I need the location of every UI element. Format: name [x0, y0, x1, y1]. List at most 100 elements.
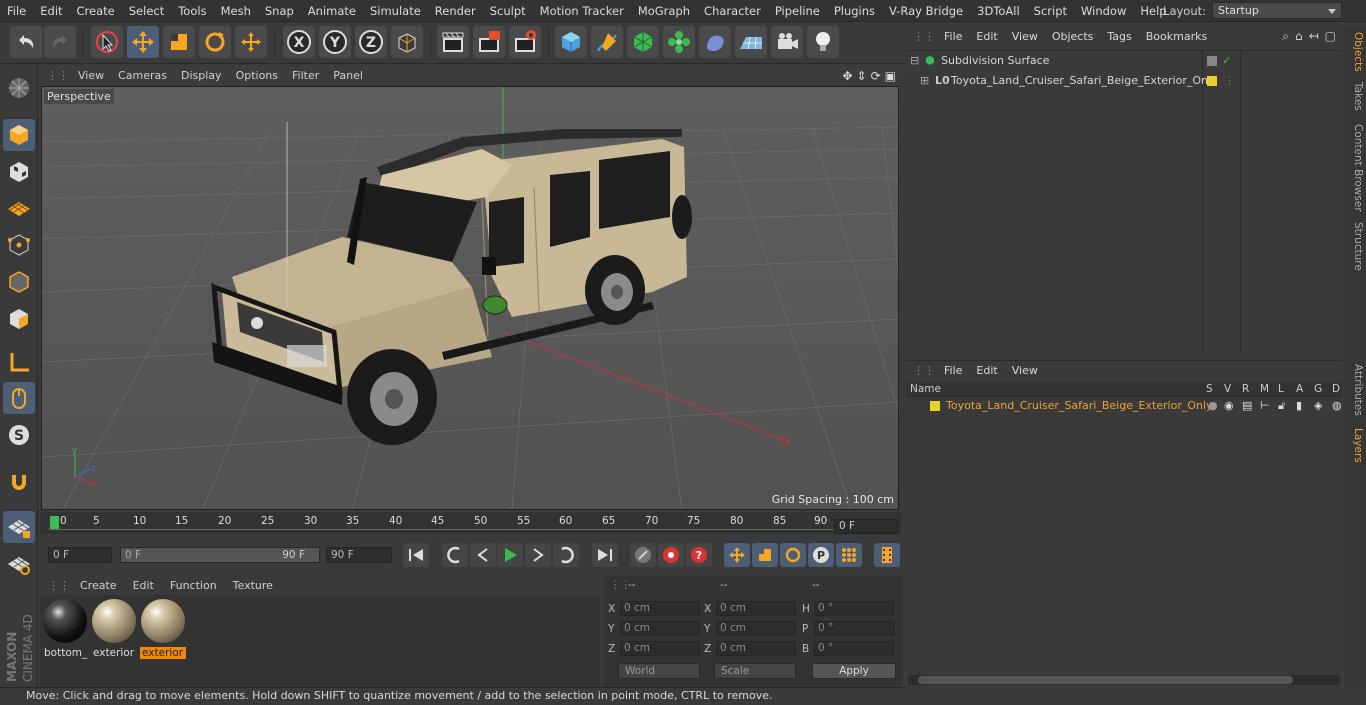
manager-icon[interactable]: ⊢ [1260, 397, 1270, 415]
menu-motion-tracker[interactable]: Motion Tracker [533, 4, 631, 18]
menu-create[interactable]: Create [70, 4, 122, 18]
add-deformer-button[interactable] [699, 26, 731, 58]
current-frame-field[interactable]: 0 F [834, 519, 898, 534]
record-keys-button[interactable] [630, 543, 656, 567]
move-tool-button[interactable] [127, 26, 159, 58]
menu-tools[interactable]: Tools [171, 4, 213, 18]
layer-col-generators[interactable]: G [1314, 383, 1322, 395]
layer-col-name[interactable]: Name [910, 383, 941, 395]
layer-col-solo[interactable]: S [1206, 383, 1213, 395]
end-frame-field[interactable]: 90 F [326, 547, 392, 563]
viewport-pan-icon[interactable]: ✥ [842, 69, 852, 83]
layer-row[interactable]: Toyota_Land_Cruiser_Safari_Beige_Exterio… [906, 397, 1342, 415]
material-exterior-1[interactable]: exterior [91, 599, 137, 659]
position-z-field[interactable]: 0 cm [620, 641, 700, 656]
visibility-icon[interactable] [1207, 56, 1217, 66]
back-icon[interactable]: ↤ [1309, 29, 1319, 44]
layer-color-swatch[interactable] [930, 401, 940, 411]
home-icon[interactable]: ⌂ [1295, 29, 1303, 44]
rotation-b-field[interactable]: 0 ° [814, 641, 894, 656]
add-camera-button[interactable] [771, 26, 803, 58]
magnet-button[interactable] [3, 466, 35, 498]
deformer-icon[interactable]: ◍ [1332, 397, 1342, 415]
workplane-mode-button[interactable] [3, 192, 35, 224]
viewport-rotate-icon[interactable]: ⟳ [871, 69, 881, 83]
viewport-menu-panel[interactable]: Panel [326, 69, 370, 82]
render-icon[interactable]: ▤ [1242, 397, 1252, 415]
rotate-tool-button[interactable] [199, 26, 231, 58]
generator-icon[interactable]: ◈ [1314, 397, 1322, 415]
apply-button[interactable]: Apply [812, 663, 896, 679]
material-menu-create[interactable]: Create [72, 579, 125, 592]
start-frame-field[interactable]: 0 F [48, 547, 112, 563]
next-frame-button[interactable] [525, 543, 551, 567]
workplane-lock-button[interactable] [3, 511, 35, 543]
texture-mode-button[interactable] [3, 156, 35, 188]
tweak-mode-button[interactable] [3, 382, 35, 414]
menu-mograph[interactable]: MoGraph [631, 4, 697, 18]
playhead[interactable] [50, 516, 59, 530]
menu-select[interactable]: Select [122, 4, 171, 18]
menu-animate[interactable]: Animate [301, 4, 363, 18]
size-x-field[interactable]: 0 cm [716, 601, 796, 616]
material-menu-texture[interactable]: Texture [225, 579, 281, 592]
eye-icon[interactable]: ◉ [1224, 397, 1234, 415]
render-region-button[interactable] [473, 26, 505, 58]
object-name[interactable]: Subdivision Surface [941, 52, 1049, 70]
layer-col-locked[interactable]: L [1278, 383, 1284, 395]
key-parameter-button[interactable]: P [808, 543, 834, 567]
size-z-field[interactable]: 0 cm [716, 641, 796, 656]
viewport-maximize-icon[interactable]: ▣ [885, 69, 896, 83]
z-axis-lock-button[interactable]: Z [355, 26, 387, 58]
add-light-button[interactable] [807, 26, 839, 58]
animation-icon[interactable]: ▮ [1296, 397, 1302, 415]
key-scale-button[interactable] [752, 543, 778, 567]
model-mode-button[interactable] [3, 119, 35, 151]
play-button[interactable] [497, 543, 523, 567]
tab-layers[interactable]: Layers [1346, 428, 1364, 463]
snapping-button[interactable]: S [3, 419, 35, 451]
object-row-toyota[interactable]: ⊞ L0 Toyota_Land_Cruiser_Safari_Beige_Ex… [906, 72, 1342, 90]
menu-sculpt[interactable]: Sculpt [483, 4, 533, 18]
object-menu-file[interactable]: File [937, 30, 969, 43]
add-spline-button[interactable] [591, 26, 623, 58]
viewport-menu-display[interactable]: Display [174, 69, 229, 82]
object-menu-tags[interactable]: Tags [1100, 30, 1138, 43]
live-selection-button[interactable] [91, 26, 123, 58]
previous-frame-button[interactable] [470, 543, 496, 567]
rotation-p-field[interactable]: 0 ° [814, 621, 894, 636]
position-y-field[interactable]: 0 cm [620, 621, 700, 636]
layer-menu-file[interactable]: File [937, 364, 969, 377]
solo-icon[interactable]: ● [1208, 397, 1218, 415]
layer-col-manager[interactable]: M [1260, 383, 1269, 395]
perspective-viewport[interactable]: y z x Perspective Grid Spacing : 100 cm [41, 86, 899, 510]
add-mograph-button[interactable] [663, 26, 695, 58]
viewport-menu-options[interactable]: Options [229, 69, 285, 82]
coordinate-space-dropdown[interactable]: World [618, 663, 700, 679]
menu-simulate[interactable]: Simulate [363, 4, 428, 18]
material-exterior-2[interactable]: exterior [140, 599, 186, 659]
enabled-check-icon[interactable]: ✓ [1222, 52, 1231, 70]
y-axis-lock-button[interactable]: Y [319, 26, 351, 58]
object-name[interactable]: Toyota_Land_Cruiser_Safari_Beige_Exterio… [951, 72, 1218, 90]
timeline-window-button[interactable] [874, 543, 900, 567]
timeline-ruler[interactable]: 0 5 10 15 20 25 30 35 40 45 50 55 60 65 … [40, 512, 902, 534]
planar-workplane-button[interactable] [3, 548, 35, 580]
material-menu-edit[interactable]: Edit [125, 579, 162, 592]
object-menu-objects[interactable]: Objects [1045, 30, 1101, 43]
tab-content-browser[interactable]: Content Browser [1346, 124, 1364, 212]
make-editable-button[interactable] [3, 72, 35, 104]
key-pla-button[interactable] [836, 543, 862, 567]
menu-3dtoall[interactable]: 3DToAll [970, 4, 1027, 18]
menu-render[interactable]: Render [428, 4, 483, 18]
edges-mode-button[interactable] [3, 266, 35, 298]
viewport-menu-view[interactable]: View [71, 69, 111, 82]
add-generator-button[interactable] [627, 26, 659, 58]
next-keyframe-button[interactable] [553, 543, 579, 567]
menu-snap[interactable]: Snap [258, 4, 301, 18]
polygons-mode-button[interactable] [3, 303, 35, 335]
material-menu-function[interactable]: Function [162, 579, 225, 592]
frame-range-slider[interactable]: 0 F 90 F [120, 547, 320, 563]
visibility-dots-icon[interactable]: ⋮ [1224, 72, 1235, 90]
menu-edit[interactable]: Edit [33, 4, 69, 18]
